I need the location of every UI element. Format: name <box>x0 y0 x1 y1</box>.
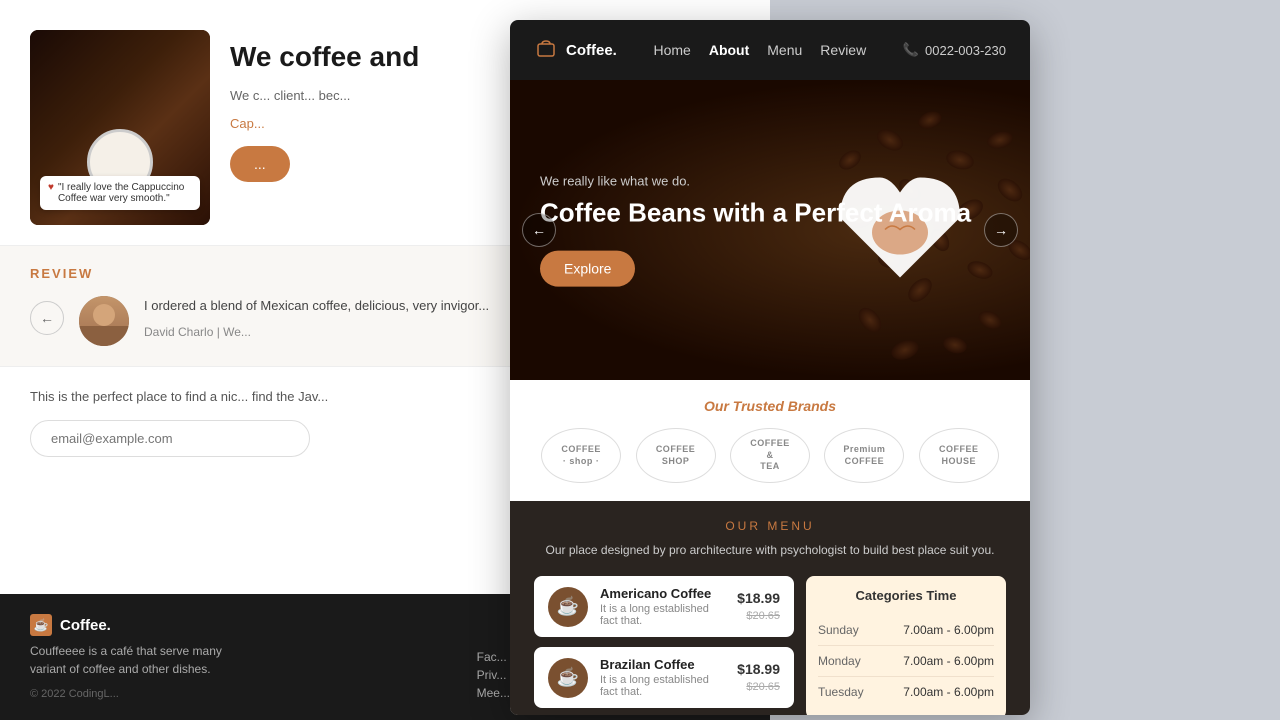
footer-link-1[interactable]: Priv... <box>477 668 510 682</box>
price-old-0: $20.65 <box>746 610 780 622</box>
nav-home[interactable]: Home <box>653 42 690 58</box>
time-row-2: Tuesday 7.00am - 6.00pm <box>818 677 994 707</box>
brand-item-3: PremiumCOFFEE <box>824 428 904 483</box>
menu-item-price-0: $18.99 $20.65 <box>737 590 780 624</box>
price-new-1: $18.99 <box>737 661 780 677</box>
categories-box: Categories Time Sunday 7.00am - 6.00pm M… <box>806 576 1006 715</box>
menu-item-name-1: Brazilan Coffee <box>600 657 725 672</box>
hero-content: We really like what we do. Coffee Beans … <box>540 174 971 287</box>
brands-section: Our Trusted Brands COFFEE· shop · COFFEE… <box>510 380 1030 501</box>
footer-link-2[interactable]: Mee... <box>477 686 510 700</box>
hero-image: ♥ "I really love the Cappuccino Coffee w… <box>30 30 210 225</box>
menu-item-desc-1: It is a long established fact that. <box>600 674 725 698</box>
price-new-0: $18.99 <box>737 590 780 606</box>
reviewer-avatar <box>79 296 129 346</box>
footer-logo-text: Coffee. <box>60 617 111 634</box>
hero-button[interactable]: ... <box>230 146 290 182</box>
footer-link-0[interactable]: Fac... <box>477 650 510 664</box>
nav-logo-text: Coffee. <box>566 42 617 59</box>
avatar-face <box>79 296 129 346</box>
heart-icon: ♥ <box>48 182 54 193</box>
time-day-2: Tuesday <box>818 685 864 699</box>
nav-menu[interactable]: Menu <box>767 42 802 58</box>
time-val-1: 7.00am - 6.00pm <box>903 654 994 668</box>
arrow-right-icon: → <box>994 222 1008 238</box>
menu-grid: ☕ Americano Coffee It is a long establis… <box>534 576 1006 715</box>
menu-item-info-0: Americano Coffee It is a long establishe… <box>600 586 725 627</box>
nav-about[interactable]: About <box>709 42 749 58</box>
brand-item-2: COFFEE&TEA <box>730 428 810 483</box>
nav-logo-icon <box>534 38 558 62</box>
brand-item-4: COFFEEHOUSE <box>919 428 999 483</box>
menu-description: Our place designed by pro architecture w… <box>534 541 1006 560</box>
time-row-1: Monday 7.00am - 6.00pm <box>818 646 994 677</box>
price-old-1: $20.65 <box>746 681 780 693</box>
footer-logo-icon: ☕ <box>30 614 52 636</box>
nav-phone: 📞 0022-003-230 <box>903 42 1006 58</box>
brand-item-0: COFFEE· shop · <box>541 428 621 483</box>
nav-links: Home About Menu Review <box>637 42 883 58</box>
tooltip-text: "I really love the Cappuccino Coffee war… <box>58 182 192 204</box>
menu-item-0: ☕ Americano Coffee It is a long establis… <box>534 576 794 637</box>
hero-next-button[interactable]: → <box>984 213 1018 247</box>
time-day-0: Sunday <box>818 623 859 637</box>
brands-row: COFFEE· shop · COFFEESHOP COFFEE&TEA Pre… <box>534 428 1006 483</box>
phone-icon: 📞 <box>903 42 919 58</box>
explore-button[interactable]: Explore <box>540 250 635 286</box>
menu-label: OUR MENU <box>534 519 1006 533</box>
hero-banner: We really like what we do. Coffee Beans … <box>510 80 1030 380</box>
categories-title: Categories Time <box>818 588 994 603</box>
phone-number: 0022-003-230 <box>925 43 1006 58</box>
nav-logo: Coffee. <box>534 38 617 62</box>
menu-item-info-1: Brazilan Coffee It is a long established… <box>600 657 725 698</box>
nav-review[interactable]: Review <box>820 42 866 58</box>
footer-links: Fac... Priv... Mee... <box>477 650 510 700</box>
review-prev-button[interactable]: ← <box>30 301 64 335</box>
menu-item-icon-0: ☕ <box>548 587 588 627</box>
time-val-0: 7.00am - 6.00pm <box>903 623 994 637</box>
time-row-0: Sunday 7.00am - 6.00pm <box>818 615 994 646</box>
main-page: Coffee. Home About Menu Review 📞 0022-00… <box>510 20 1030 715</box>
menu-item-name-0: Americano Coffee <box>600 586 725 601</box>
menu-item-1: ☕ Brazilan Coffee It is a long establish… <box>534 647 794 708</box>
menu-section: OUR MENU Our place designed by pro archi… <box>510 501 1030 715</box>
arrow-left-icon: ← <box>532 222 546 238</box>
hero-title: Coffee Beans with a Perfect Aroma <box>540 197 971 231</box>
menu-items-list: ☕ Americano Coffee It is a long establis… <box>534 576 794 715</box>
menu-item-desc-0: It is a long established fact that. <box>600 603 725 627</box>
menu-item-price-1: $18.99 $20.65 <box>737 661 780 695</box>
hero-tagline: We really like what we do. <box>540 174 971 189</box>
email-input[interactable] <box>30 420 310 457</box>
hero-prev-button[interactable]: ← <box>522 213 556 247</box>
footer-description: Couffeeee is a café that serve many vari… <box>30 642 250 678</box>
time-val-2: 7.00am - 6.00pm <box>903 685 994 699</box>
brand-item-1: COFFEESHOP <box>636 428 716 483</box>
navbar: Coffee. Home About Menu Review 📞 0022-00… <box>510 20 1030 80</box>
time-day-1: Monday <box>818 654 861 668</box>
review-tooltip: ♥ "I really love the Cappuccino Coffee w… <box>40 176 200 210</box>
menu-item-icon-1: ☕ <box>548 658 588 698</box>
brands-title: Our Trusted Brands <box>534 398 1006 414</box>
